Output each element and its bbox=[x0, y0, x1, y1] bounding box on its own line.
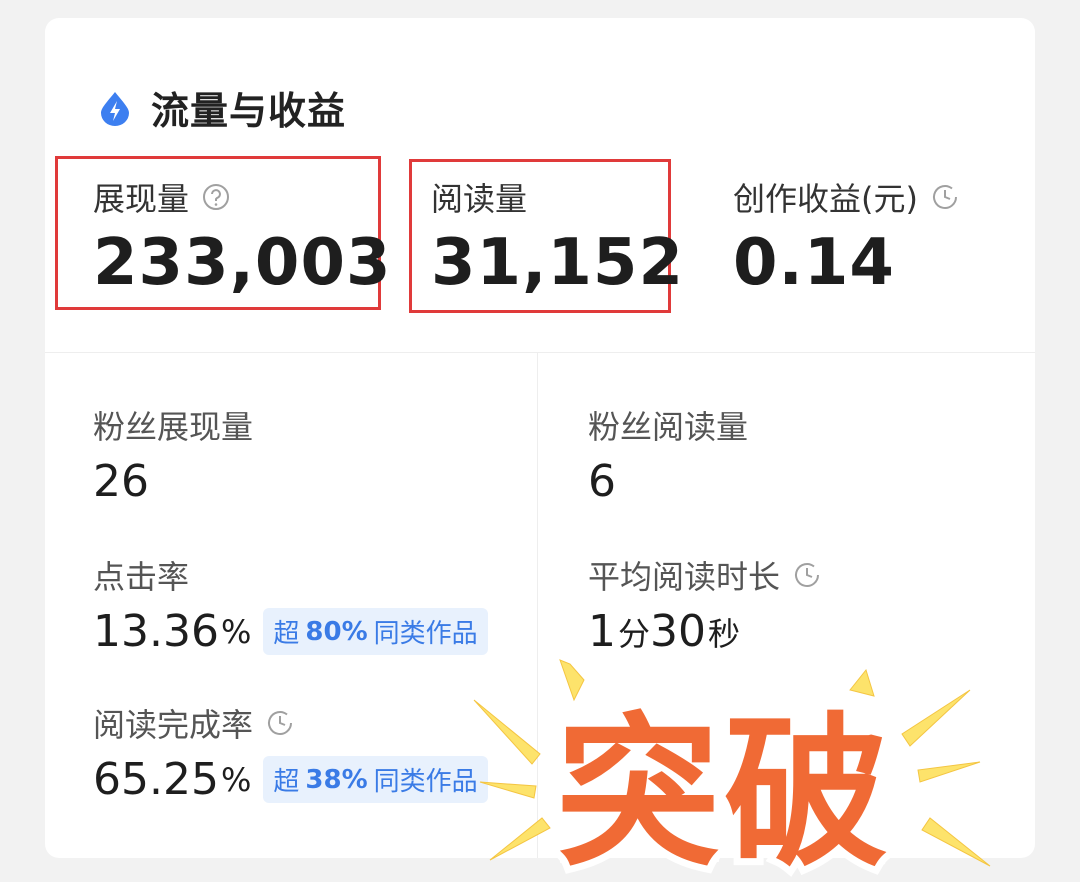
clock-icon[interactable] bbox=[265, 708, 295, 738]
avg-read-time-label: 平均阅读时长 bbox=[588, 558, 781, 596]
impressions-value: 233,003 bbox=[93, 226, 392, 300]
ctr-stat[interactable]: 点击率 13.36 % 超 80% 同类作品 bbox=[93, 552, 488, 657]
creator-revenue-label: 创作收益(元) bbox=[733, 180, 918, 218]
reads-value: 31,152 bbox=[431, 226, 684, 300]
ctr-unit: % bbox=[220, 612, 252, 651]
creator-revenue-metric[interactable]: 创作收益(元) 0.14 bbox=[733, 174, 960, 300]
completion-rate-label: 阅读完成率 bbox=[93, 706, 254, 744]
fan-impressions-label: 粉丝展现量 bbox=[93, 408, 254, 446]
reads-metric[interactable]: 阅读量 31,152 bbox=[431, 174, 684, 300]
ctr-value: 13.36 bbox=[93, 606, 219, 657]
ctr-badge-prefix: 超 bbox=[273, 619, 300, 649]
fan-impressions-value: 26 bbox=[93, 456, 149, 507]
avg-read-sec-unit: 秒 bbox=[708, 614, 741, 653]
completion-rate-unit: % bbox=[220, 760, 252, 799]
fan-reads-stat[interactable]: 粉丝阅读量 6 bbox=[588, 402, 748, 507]
section-divider bbox=[45, 352, 1035, 353]
impressions-metric[interactable]: 展现量 233,003 bbox=[93, 174, 392, 300]
impressions-label: 展现量 bbox=[93, 180, 190, 218]
avg-read-min-unit: 分 bbox=[618, 614, 651, 653]
reads-label: 阅读量 bbox=[431, 180, 528, 218]
ctr-compare-badge: 超 80% 同类作品 bbox=[263, 608, 488, 655]
clock-icon[interactable] bbox=[930, 182, 960, 212]
fan-impressions-stat[interactable]: 粉丝展现量 26 bbox=[93, 402, 253, 507]
fan-reads-value: 6 bbox=[588, 456, 616, 507]
completion-rate-value: 65.25 bbox=[93, 754, 219, 805]
completion-badge-prefix: 超 bbox=[273, 767, 300, 797]
completion-rate-stat[interactable]: 阅读完成率 65.25 % 超 38% 同类作品 bbox=[93, 700, 488, 805]
sticker-label: 突破 bbox=[556, 698, 892, 882]
completion-badge-pct: 38% bbox=[305, 764, 368, 795]
ctr-label: 点击率 bbox=[93, 558, 190, 596]
fan-reads-label: 粉丝阅读量 bbox=[588, 408, 749, 446]
card-header: 流量与收益 bbox=[97, 80, 346, 135]
card-title: 流量与收益 bbox=[151, 89, 347, 133]
lightning-drop-icon bbox=[101, 91, 129, 126]
completion-badge-suffix: 同类作品 bbox=[373, 767, 478, 797]
breakthrough-sticker: 突破 bbox=[473, 659, 991, 882]
breakthrough-text: 突破 bbox=[549, 691, 895, 882]
help-circle-icon[interactable] bbox=[201, 182, 231, 212]
ctr-badge-suffix: 同类作品 bbox=[373, 619, 478, 649]
avg-read-time-stat[interactable]: 平均阅读时长 1 分 30 秒 bbox=[588, 552, 822, 657]
completion-compare-badge: 超 38% 同类作品 bbox=[263, 756, 488, 803]
creator-revenue-value: 0.14 bbox=[733, 226, 895, 300]
ctr-badge-pct: 80% bbox=[305, 616, 368, 647]
clock-icon[interactable] bbox=[792, 560, 822, 590]
